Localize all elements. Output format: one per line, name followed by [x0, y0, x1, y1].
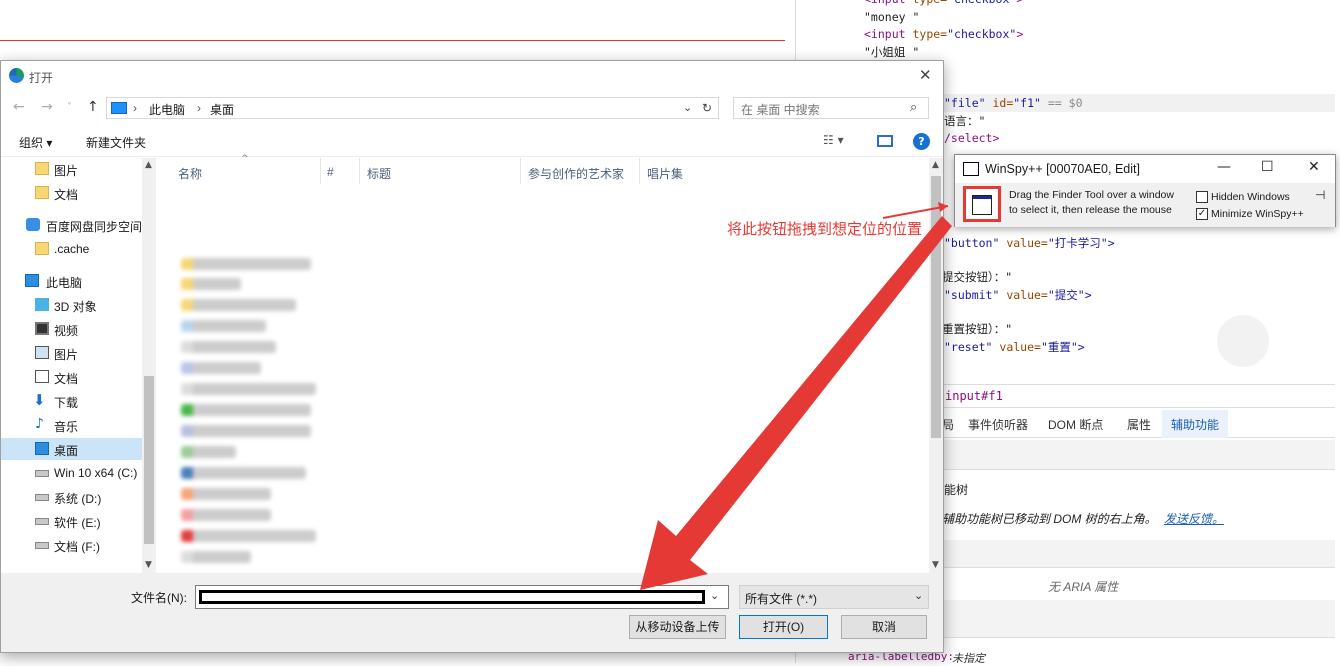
annotation-arrows	[640, 202, 952, 590]
annotation-arrow-short	[882, 205, 949, 219]
annotation-arrowhead	[938, 202, 948, 212]
annotation-big-arrow	[640, 216, 952, 590]
